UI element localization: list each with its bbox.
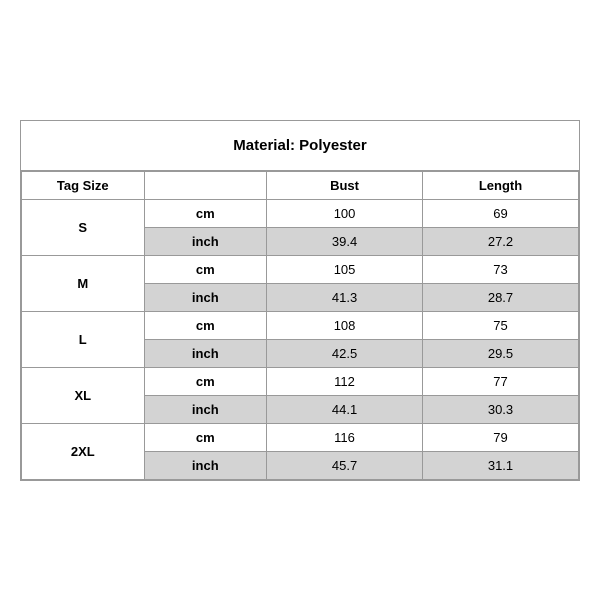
table-row: L cm 108 75 xyxy=(22,311,579,339)
table-row: S cm 100 69 xyxy=(22,199,579,227)
unit-inch: inch xyxy=(144,395,267,423)
table-row: 2XL cm 116 79 xyxy=(22,423,579,451)
tag-size-cell: XL xyxy=(22,367,145,423)
bust-cm: 116 xyxy=(267,423,423,451)
unit-cm: cm xyxy=(144,311,267,339)
bust-cm: 100 xyxy=(267,199,423,227)
length-inch: 31.1 xyxy=(423,451,579,479)
header-unit xyxy=(144,171,267,199)
length-cm: 79 xyxy=(423,423,579,451)
unit-cm: cm xyxy=(144,255,267,283)
size-chart: Material: Polyester Tag Size Bust Length… xyxy=(20,120,580,481)
header-bust: Bust xyxy=(267,171,423,199)
unit-inch: inch xyxy=(144,227,267,255)
length-cm: 75 xyxy=(423,311,579,339)
header-tag-size: Tag Size xyxy=(22,171,145,199)
unit-inch: inch xyxy=(144,451,267,479)
length-inch: 30.3 xyxy=(423,395,579,423)
tag-size-cell: L xyxy=(22,311,145,367)
table-row: XL cm 112 77 xyxy=(22,367,579,395)
unit-cm: cm xyxy=(144,367,267,395)
unit-inch: inch xyxy=(144,283,267,311)
bust-cm: 105 xyxy=(267,255,423,283)
bust-cm: 108 xyxy=(267,311,423,339)
table-row: M cm 105 73 xyxy=(22,255,579,283)
size-table: Tag Size Bust Length S cm 100 69 inch 39… xyxy=(21,171,579,480)
bust-inch: 42.5 xyxy=(267,339,423,367)
length-cm: 69 xyxy=(423,199,579,227)
unit-cm: cm xyxy=(144,423,267,451)
length-cm: 73 xyxy=(423,255,579,283)
length-inch: 28.7 xyxy=(423,283,579,311)
tag-size-cell: S xyxy=(22,199,145,255)
bust-inch: 44.1 xyxy=(267,395,423,423)
tag-size-cell: M xyxy=(22,255,145,311)
bust-inch: 41.3 xyxy=(267,283,423,311)
length-cm: 77 xyxy=(423,367,579,395)
tag-size-cell: 2XL xyxy=(22,423,145,479)
chart-title: Material: Polyester xyxy=(21,121,579,171)
header-length: Length xyxy=(423,171,579,199)
bust-inch: 45.7 xyxy=(267,451,423,479)
unit-cm: cm xyxy=(144,199,267,227)
length-inch: 27.2 xyxy=(423,227,579,255)
unit-inch: inch xyxy=(144,339,267,367)
bust-inch: 39.4 xyxy=(267,227,423,255)
bust-cm: 112 xyxy=(267,367,423,395)
length-inch: 29.5 xyxy=(423,339,579,367)
